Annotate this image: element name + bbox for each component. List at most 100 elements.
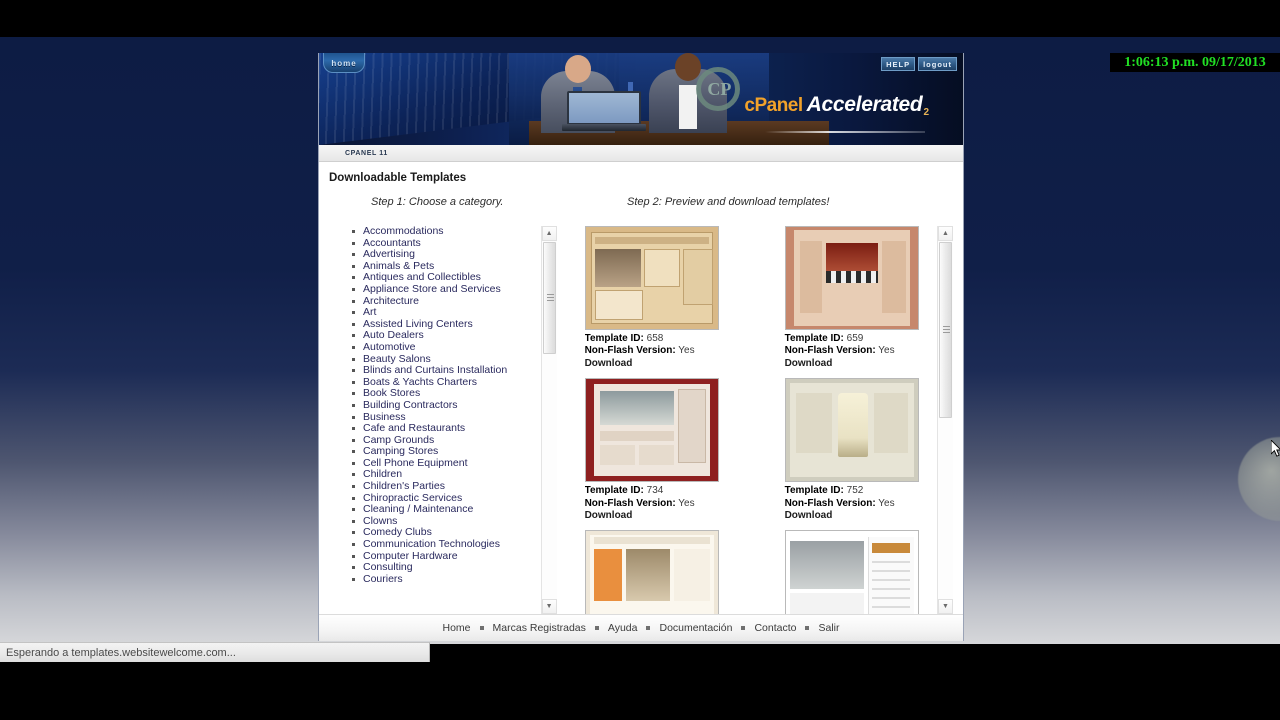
category-list-item[interactable]: Architecture (352, 295, 531, 307)
cpanel-logo-version: 2 (923, 107, 929, 118)
category-list-item[interactable]: Children's Parties (352, 480, 531, 492)
template-preview-thumbnail[interactable] (584, 378, 719, 483)
category-list-item[interactable]: Cleaning / Maintenance (352, 503, 531, 515)
artwork-part-b3 (638, 445, 674, 466)
two-column-layout: Accommodations Accountants Advertising Anim… (329, 226, 953, 614)
category-list-item[interactable]: Children (352, 469, 531, 480)
template-download-link[interactable]: Download (585, 510, 719, 522)
artwork-part-b2 (599, 445, 635, 466)
template-preview-thumbnail[interactable] (784, 530, 919, 614)
category-list-item[interactable]: Cafe and Restaurants (352, 422, 531, 434)
template-id-value: 659 (843, 333, 864, 344)
category-list-item[interactable]: Clowns (352, 515, 531, 527)
template-meta: Template ID: 658 Non-Flash Version: Yes Do… (585, 333, 719, 370)
template-meta: Template ID: 734 Non-Flash Version: Yes Do… (585, 485, 719, 522)
template-card (784, 530, 919, 614)
template-download-link[interactable]: Download (585, 358, 719, 370)
category-list-item[interactable]: Communication Technologies (352, 538, 531, 550)
template-nonflash-value: Yes (675, 345, 695, 357)
artwork-part-lamp (837, 393, 868, 458)
template-nonflash-row: Non-Flash Version: Yes (785, 345, 919, 357)
category-list-item[interactable]: Chiropractic Services (352, 492, 531, 504)
category-list-item[interactable]: Blinds and Curtains Installation (352, 364, 531, 376)
home-button[interactable]: home (323, 53, 365, 73)
category-list-item[interactable]: Art (352, 306, 531, 318)
template-meta: Template ID: 659 Non-Flash Version: Yes Do… (785, 333, 919, 370)
template-preview-thumbnail[interactable] (584, 530, 719, 614)
category-list-item[interactable]: Automotive (352, 341, 531, 353)
template-nonflash-label: Non-Flash Version: (784, 497, 876, 509)
template-id-label: Template ID: (584, 485, 644, 497)
category-list-item[interactable]: Cell Phone Equipment (352, 457, 531, 469)
template-download-link[interactable]: Download (785, 358, 919, 370)
footer-link[interactable]: Home (434, 622, 480, 634)
cpanel-logo-text: cPanel (744, 95, 803, 116)
category-list-item[interactable]: Animals & Pets (352, 260, 531, 272)
cpanel-logo-accelerated-text: Accelerated (806, 93, 923, 116)
footer-link[interactable]: Ayuda (599, 622, 647, 634)
status-bar-text: Esperando a templates.websitewelcome.com… (6, 646, 236, 659)
logout-button[interactable]: logout (918, 57, 957, 71)
template-preview-thumbnail[interactable] (584, 226, 719, 330)
footer-link[interactable]: Salir (809, 622, 848, 634)
category-scrollbar-thumb[interactable] (542, 242, 556, 354)
artwork-part-photo (599, 391, 674, 426)
template-preview-thumbnail[interactable] (784, 378, 919, 483)
templates-scroll-up-arrow-icon[interactable]: ▲ (938, 226, 953, 241)
category-list-item[interactable]: Accountants (352, 237, 531, 249)
category-list-item[interactable]: Beauty Salons (352, 353, 531, 365)
template-card: Template ID: 752 Non-Flash Version: Yes Do… (784, 378, 919, 522)
cpanel-header-banner: home HELP logout cPanel Accelerated 2 (319, 53, 963, 145)
artwork-part-band (599, 431, 674, 442)
artwork-part-colr (881, 241, 906, 313)
category-list-item[interactable]: Antiques and Collectibles (352, 272, 531, 283)
category-list-item[interactable]: Computer Hardware (352, 550, 531, 562)
template-nonflash-row: Non-Flash Version: Yes (585, 498, 719, 510)
template-id-row: Template ID: 658 (585, 333, 719, 345)
artwork-part-checker (825, 271, 878, 283)
cpanel-logo-underline (765, 131, 925, 133)
category-list-item[interactable]: Camping Stores (352, 445, 531, 457)
template-nonflash-value: Yes (675, 497, 695, 509)
templates-scrollbar-thumb[interactable] (939, 242, 952, 418)
clock-overlay: 1:06:13 p.m. 09/17/2013 (1110, 53, 1280, 72)
category-list-item[interactable]: Auto Dealers (352, 330, 531, 341)
category-list-item[interactable]: Advertising (352, 248, 531, 260)
scroll-up-arrow-icon[interactable]: ▲ (541, 226, 557, 241)
category-list-item[interactable]: Appliance Store and Services (352, 283, 531, 295)
category-list-item[interactable]: Business (352, 411, 531, 423)
template-nonflash-label: Non-Flash Version: (584, 345, 676, 357)
header-buttons: HELP logout (881, 57, 957, 71)
category-list-item[interactable]: Accommodations (352, 226, 531, 237)
template-preview-thumbnail[interactable] (784, 226, 919, 330)
scroll-down-arrow-icon[interactable]: ▼ (541, 599, 557, 614)
category-list-item[interactable]: Book Stores (352, 388, 531, 399)
templates-grid: Template ID: 658 Non-Flash Version: Yes Do… (584, 226, 927, 614)
category-list-item[interactable]: Building Contractors (352, 399, 531, 411)
category-list-scrollbar[interactable]: ▲ ▼ (540, 226, 557, 614)
template-preview-artwork (585, 531, 718, 614)
category-list-item[interactable]: Comedy Clubs (352, 527, 531, 538)
help-button[interactable]: HELP (881, 57, 916, 71)
category-list: Accommodations Accountants Advertising Anim… (341, 226, 531, 585)
category-list-item[interactable]: Assisted Living Centers (352, 318, 531, 330)
scrollbar-grip-icon (943, 326, 950, 334)
category-list-item[interactable]: Couriers (352, 573, 531, 585)
category-list-item[interactable]: Boats & Yachts Charters (352, 376, 531, 388)
artwork-part-orange (593, 549, 622, 602)
templates-scrollbar[interactable]: ▲ ▼ (937, 226, 953, 614)
category-list-item[interactable]: Camp Grounds (352, 434, 531, 446)
footer-link[interactable]: Marcas Registradas (484, 622, 595, 634)
artwork-part-colr (677, 389, 706, 464)
template-preview-artwork (585, 227, 718, 329)
footer-link[interactable]: Documentación (650, 622, 741, 634)
template-id-value: 734 (643, 485, 664, 497)
template-download-link[interactable]: Download (785, 510, 919, 522)
category-list-item[interactable]: Consulting (352, 561, 531, 573)
templates-scroll-down-arrow-icon[interactable]: ▼ (938, 599, 953, 614)
template-nonflash-row: Non-Flash Version: Yes (785, 498, 919, 510)
template-preview-artwork (785, 227, 918, 329)
footer-link[interactable]: Contacto (745, 622, 805, 634)
artwork-part-thumbs (594, 290, 643, 320)
artwork-part-lines (871, 561, 910, 610)
